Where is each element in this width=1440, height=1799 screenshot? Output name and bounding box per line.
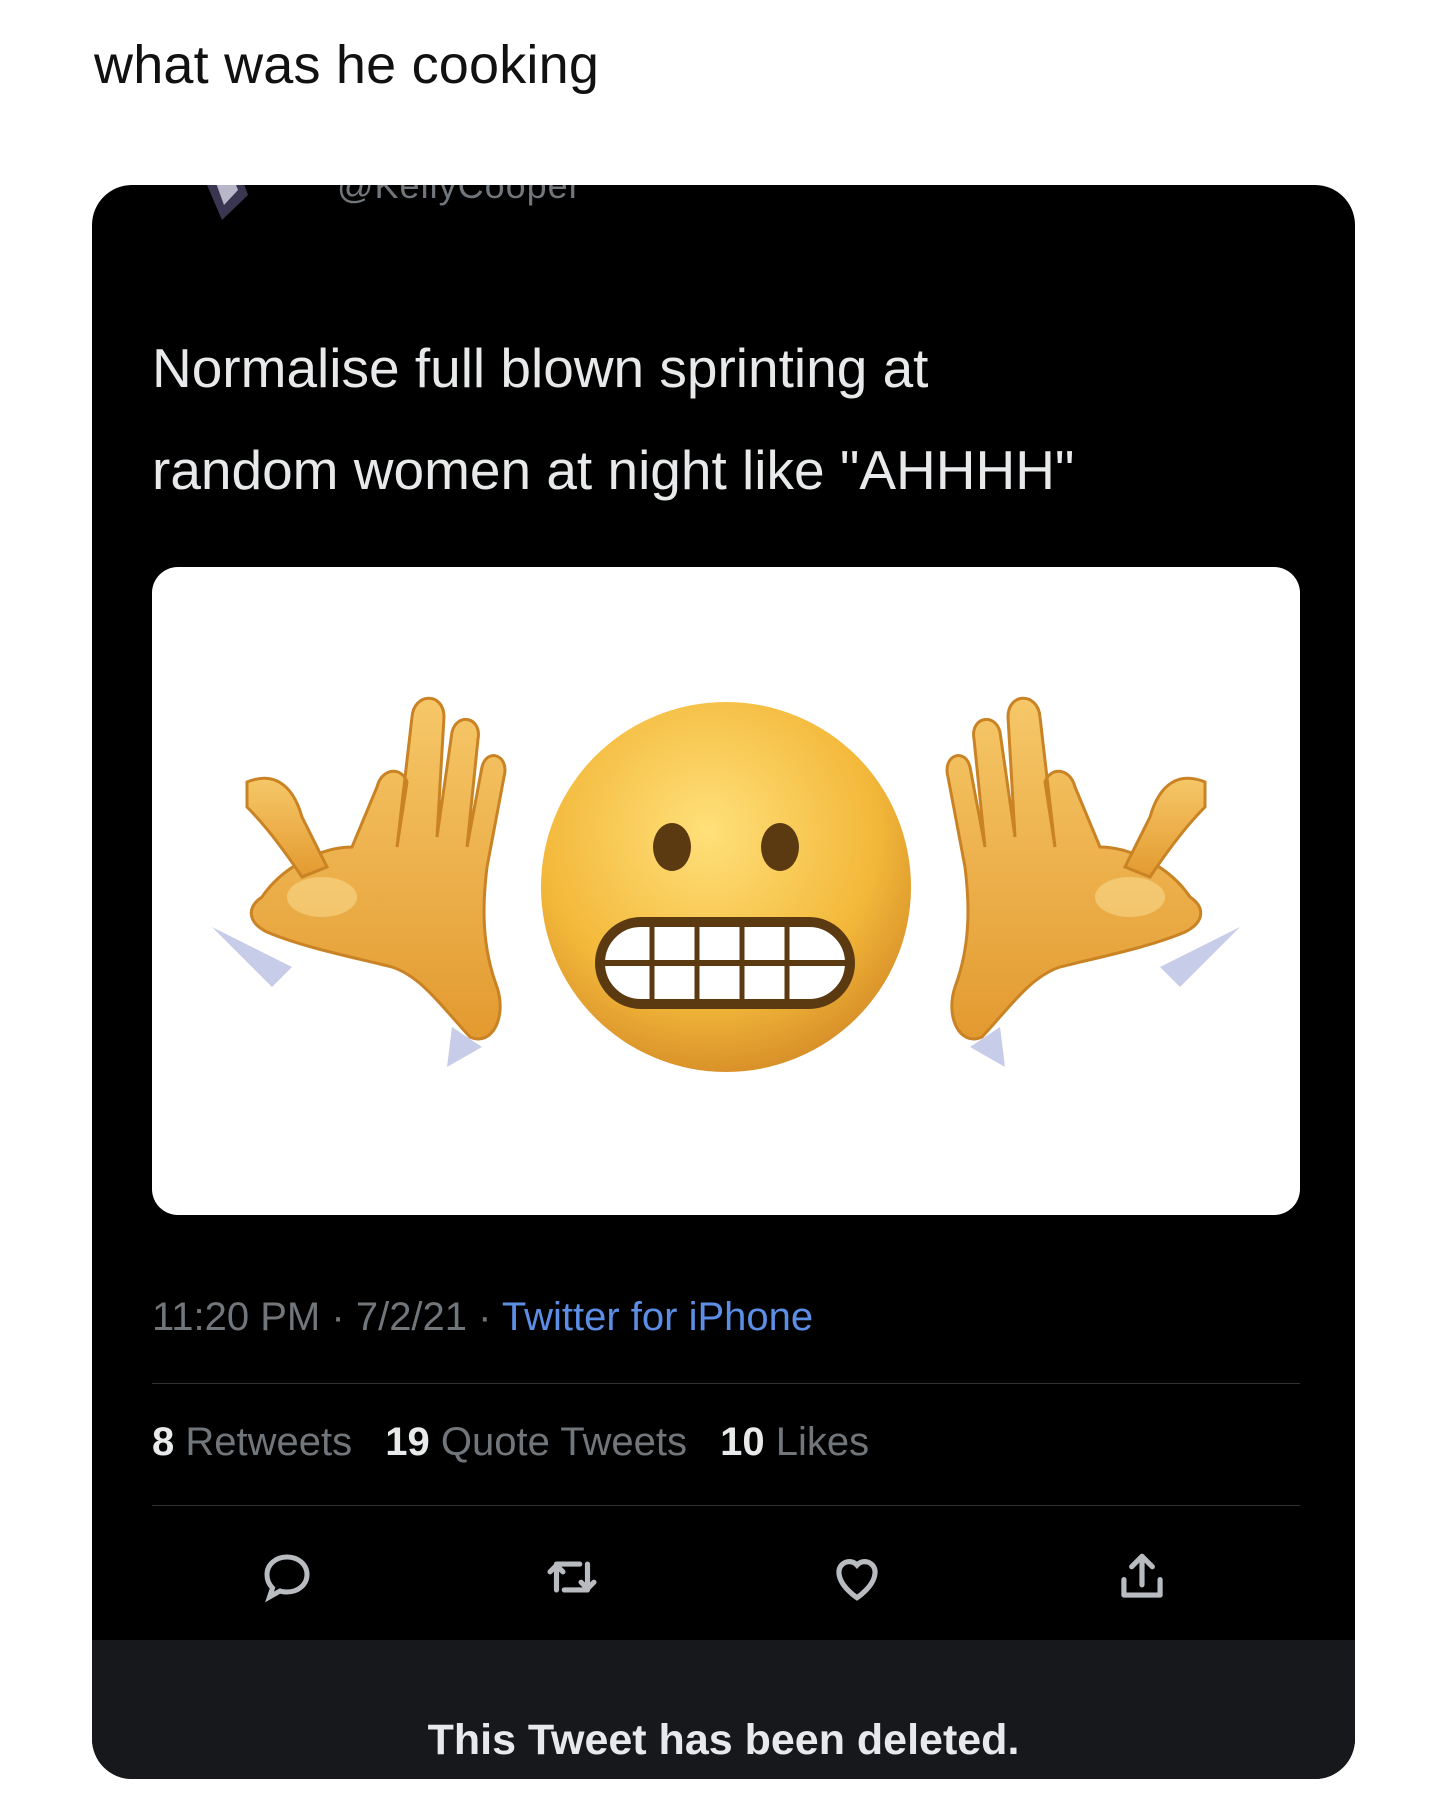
like-button[interactable] — [817, 1537, 897, 1617]
retweet-icon — [547, 1561, 597, 1593]
deleted-notice-bar: This Tweet has been deleted. — [92, 1640, 1355, 1779]
reply-icon — [264, 1554, 310, 1603]
grabbing-hand-icon — [212, 696, 507, 1067]
tweet-actions — [152, 1537, 1300, 1617]
tweet-stats: 8 Retweets 19 Quote Tweets 10 Likes — [152, 1420, 891, 1465]
deleted-notice: This Tweet has been deleted. — [427, 1716, 1020, 1764]
avatar[interactable] — [152, 185, 332, 228]
meta-separator: · — [331, 1295, 345, 1339]
grabbing-hand-icon — [945, 696, 1240, 1067]
retweets-stat[interactable]: 8 Retweets — [152, 1420, 352, 1464]
tweet-text: Normalise full blown sprinting at random… — [152, 317, 1252, 521]
reply-button[interactable] — [247, 1537, 327, 1617]
tweet-handle[interactable]: @KellyCooper — [337, 185, 582, 207]
divider — [152, 1505, 1300, 1506]
retweets-label: Retweets — [185, 1420, 353, 1464]
tweet-card[interactable]: @KellyCooper Normalise full blown sprint… — [92, 185, 1355, 1779]
likes-stat[interactable]: 10 Likes — [720, 1420, 869, 1464]
tweet-media[interactable] — [152, 567, 1300, 1215]
quotes-label: Quote Tweets — [440, 1420, 687, 1464]
likes-count: 10 — [720, 1420, 765, 1464]
likes-label: Likes — [775, 1420, 870, 1464]
retweet-button[interactable] — [532, 1537, 612, 1617]
tweet-date: 7/2/21 — [355, 1295, 468, 1339]
divider — [152, 1383, 1300, 1384]
like-icon — [836, 1559, 878, 1601]
grimacing-face-icon — [541, 702, 911, 1072]
tweet-text-line: Normalise full blown sprinting at — [152, 337, 929, 399]
tweet-time: 11:20 PM — [152, 1295, 321, 1339]
tweet-meta: 11:20 PM · 7/2/21 · Twitter for iPhone — [152, 1295, 813, 1340]
tweet-source-link[interactable]: Twitter for iPhone — [502, 1295, 813, 1339]
share-icon — [1121, 1553, 1163, 1598]
retweets-count: 8 — [152, 1420, 175, 1464]
meta-separator: · — [478, 1295, 492, 1339]
quote-tweets-stat[interactable]: 19 Quote Tweets — [385, 1420, 687, 1464]
tweet-text-line: random women at night like "AHHHH" — [152, 439, 1075, 501]
post-caption: what was he cooking — [94, 35, 600, 95]
share-button[interactable] — [1102, 1537, 1182, 1617]
quotes-count: 19 — [385, 1420, 430, 1464]
